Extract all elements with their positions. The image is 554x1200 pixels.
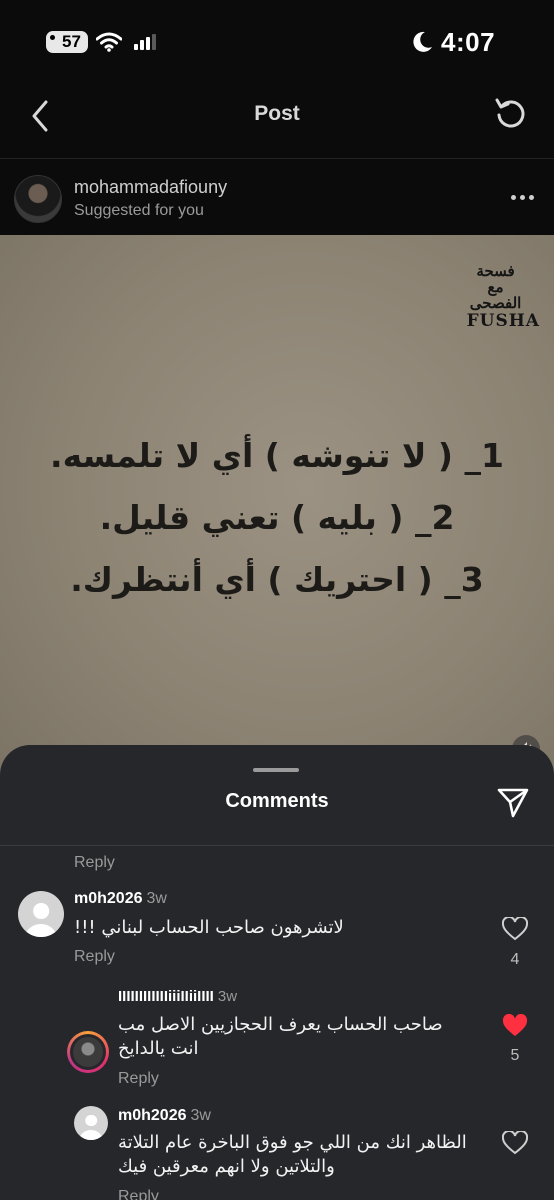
comments-sheet: Comments Reply m0h2026 3w لاتشرهون صاحب ا…	[0, 745, 554, 1200]
post-media[interactable]: فسحة مع الفصحى FUSHA 1_ ( لا تنوشه ) أي …	[0, 235, 554, 795]
comment-text: الظاهر انك من اللي جو فوق الباخرة عام ال…	[118, 1132, 467, 1177]
post-author-avatar[interactable]	[14, 175, 62, 223]
status-bar: 57 4:07	[0, 0, 554, 80]
share-send-icon[interactable]	[496, 785, 530, 819]
reply-link[interactable]: Reply	[118, 1188, 159, 1200]
sheet-divider	[0, 845, 554, 846]
like-count: 5	[510, 1047, 520, 1064]
cellular-icon	[134, 34, 156, 50]
post-line-2: 2_ ( بليه ) تعني قليل.	[99, 498, 455, 537]
brand-logo: فسحة مع الفصحى FUSHA	[467, 263, 540, 331]
clock: 4:07	[441, 27, 496, 57]
comment-username-text[interactable]: m0h2026	[118, 1107, 187, 1124]
nav-divider	[0, 158, 554, 159]
comment-time: 3w	[217, 988, 238, 1005]
comments-title: Comments	[225, 790, 329, 812]
reply-link[interactable]: Reply	[74, 854, 115, 872]
sheet-drag-handle[interactable]	[253, 768, 299, 772]
comment-avatar-story-ring[interactable]	[67, 1031, 109, 1073]
post-line-3: 3_ ( احتريك ) أي أنتظرك.	[70, 560, 484, 599]
heart-icon[interactable]	[502, 917, 528, 941]
comment-avatar[interactable]	[74, 1106, 108, 1140]
post-line-1: 1_ ( لا تنوشه ) أي لا تلمسه.	[50, 436, 504, 475]
post-author-username[interactable]: mohammadafiouny	[74, 177, 227, 198]
comment-username[interactable]: m0h2026 3w	[74, 890, 167, 908]
brand-logo-latin: FUSHA	[466, 311, 540, 331]
more-dots-icon[interactable]	[511, 195, 534, 200]
post-header: mohammadafiouny Suggested for you	[0, 165, 554, 235]
moon-icon	[413, 31, 432, 52]
comment-username-text[interactable]: IIIIIIIIIIIIiiiIIiiIIII	[118, 988, 214, 1005]
heart-filled-icon[interactable]	[502, 1014, 528, 1038]
page-title: Post	[254, 102, 300, 125]
nav-bar: Post	[0, 80, 554, 160]
comment-username-text[interactable]: m0h2026	[74, 890, 143, 907]
comment-text: لاتشرهون صاحب الحساب لبناني !!!	[74, 917, 344, 938]
comment-username[interactable]: m0h2026 3w	[118, 1107, 211, 1125]
reply-link[interactable]: Reply	[118, 1070, 159, 1088]
reply-link[interactable]: Reply	[74, 948, 115, 966]
comment-text: صاحب الحساب يعرف الحجازيين الاصل مب انت …	[118, 1014, 443, 1059]
like-count: 4	[510, 951, 520, 968]
comment-time: 3w	[190, 1107, 211, 1124]
post-text-block: 1_ ( لا تنوشه ) أي لا تلمسه. 2_ ( بليه )…	[0, 425, 554, 611]
wifi-icon	[96, 32, 122, 52]
heart-icon[interactable]	[502, 1131, 528, 1155]
battery-level: 57	[62, 32, 81, 51]
comment-avatar[interactable]	[18, 891, 64, 937]
post-suggested-label: Suggested for you	[74, 202, 204, 219]
brand-logo-arabic: فسحة مع الفصحى	[469, 262, 522, 312]
battery-badge: 57	[46, 31, 88, 53]
comment-username[interactable]: IIIIIIIIIIIIiiiIIiiIIII 3w	[118, 988, 237, 1005]
refresh-icon[interactable]	[494, 96, 528, 132]
comment-time: 3w	[146, 890, 167, 907]
